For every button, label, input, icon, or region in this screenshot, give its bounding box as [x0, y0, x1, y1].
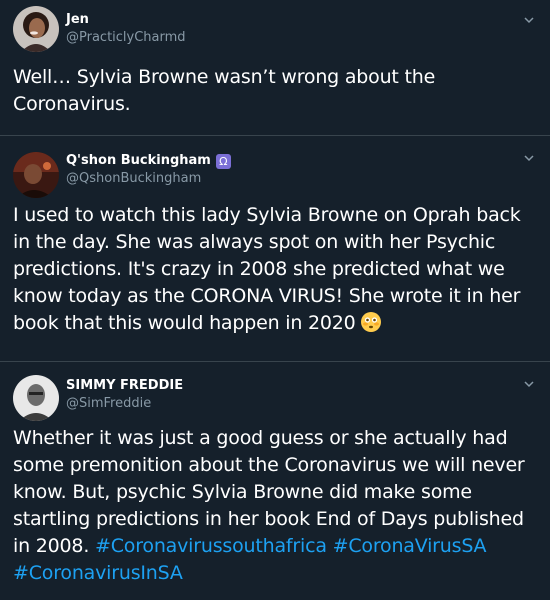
tweet-text: Well… Sylvia Browne wasn’t wrong about t…	[13, 66, 436, 115]
display-name[interactable]: Q'shon Buckingham	[66, 152, 211, 170]
avatar[interactable]	[13, 375, 59, 421]
avatar-photo-simmy	[13, 375, 59, 421]
tweet-header: SIMMY FREDDIE @SimFreddie	[66, 375, 183, 413]
tweet-header: Jen @PracticlyCharmd	[66, 9, 186, 47]
user-handle[interactable]: @PracticlyCharmd	[66, 29, 186, 47]
hashtag-link[interactable]: #CoronavirusInSA	[13, 562, 183, 584]
tweet[interactable]: Jen @PracticlyCharmd Well… Sylvia Browne…	[0, 0, 550, 136]
hashtag-link[interactable]: #Coronavirussouthafrica	[95, 535, 327, 557]
avatar[interactable]	[13, 6, 59, 52]
hashtag-link[interactable]: #CoronaVirusSA	[333, 535, 487, 557]
tweet-text-container: Whether it was just a good guess or she …	[13, 425, 538, 587]
avatar-photo-jen	[13, 6, 59, 52]
tweet-text-container: I used to watch this lady Sylvia Browne …	[13, 202, 538, 337]
user-handle[interactable]: @SimFreddie	[66, 395, 183, 413]
chevron-down-icon[interactable]	[522, 12, 536, 26]
display-name[interactable]: SIMMY FREDDIE	[66, 377, 183, 395]
tweet[interactable]: SIMMY FREDDIE @SimFreddie Whether it was…	[0, 362, 550, 600]
display-name-row[interactable]: Q'shon Buckingham Ω	[66, 152, 231, 170]
tweet-header: Q'shon Buckingham Ω @QshonBuckingham	[66, 150, 231, 188]
omega-badge-icon: Ω	[215, 153, 231, 169]
avatar-photo-qshon	[13, 152, 59, 198]
tweet-text: I used to watch this lady Sylvia Browne …	[13, 204, 521, 334]
chevron-down-icon[interactable]	[522, 376, 536, 390]
avatar[interactable]	[13, 152, 59, 198]
chevron-down-icon[interactable]	[522, 150, 536, 164]
user-handle[interactable]: @QshonBuckingham	[66, 170, 231, 188]
tweet[interactable]: Q'shon Buckingham Ω @QshonBuckingham I u…	[0, 136, 550, 362]
display-name[interactable]: Jen	[66, 11, 89, 29]
flushed-face-emoji	[360, 311, 382, 333]
